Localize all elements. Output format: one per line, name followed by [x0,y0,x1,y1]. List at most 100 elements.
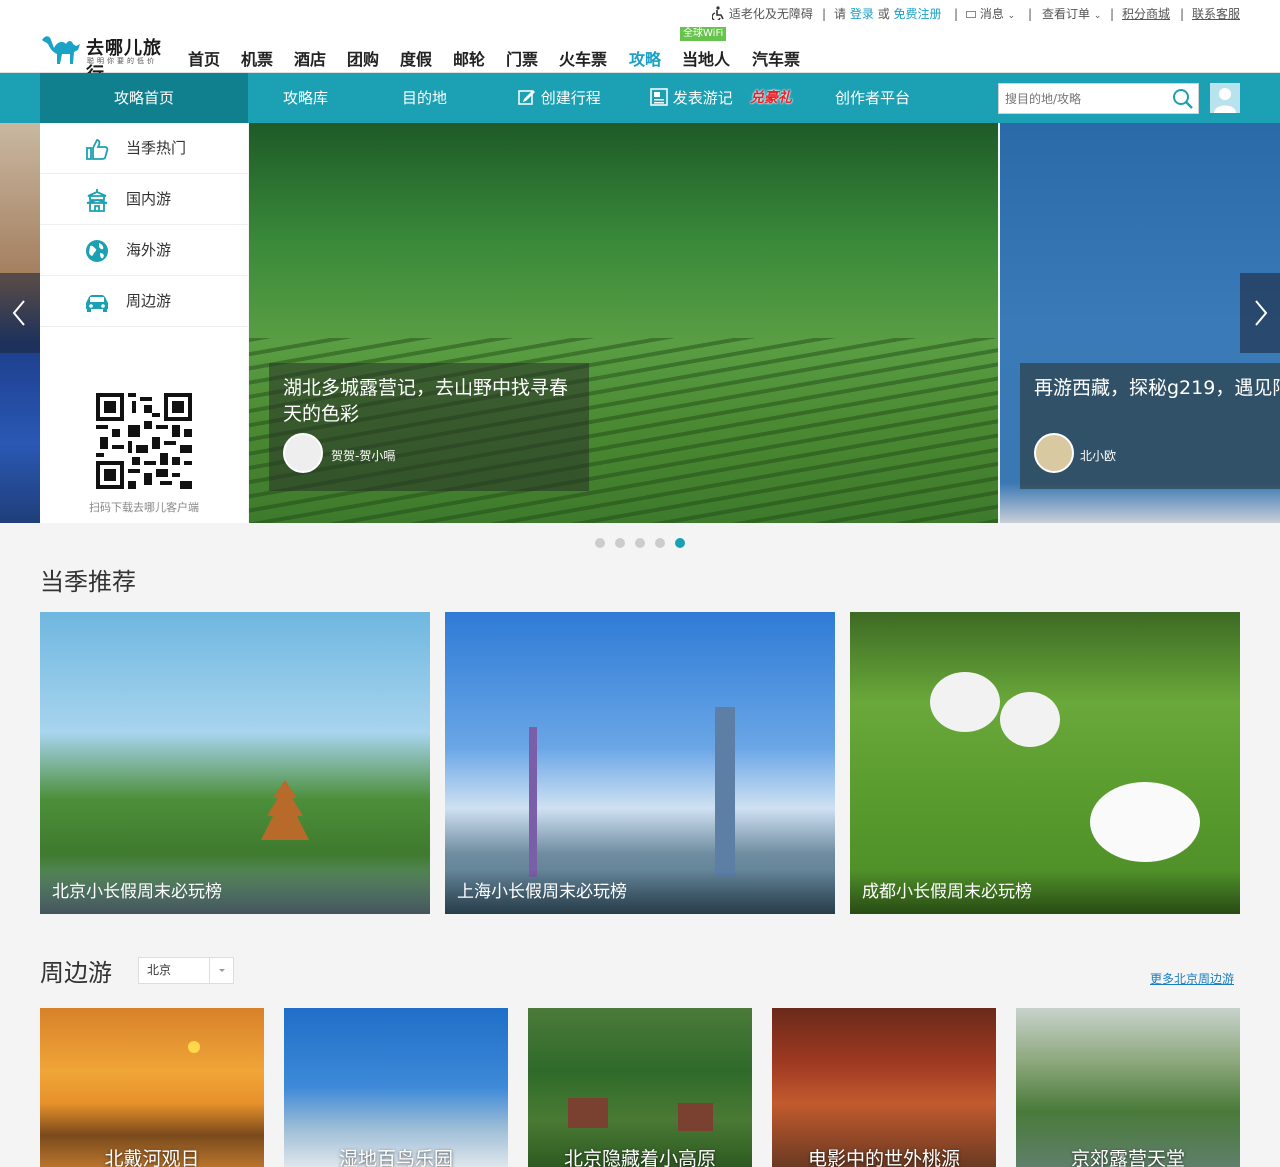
please-text: 请 [834,7,847,21]
city-select-value: 北京 [147,963,172,977]
side-item-overseas[interactable]: 海外游 [40,225,248,276]
next-slide-image[interactable]: 再游西藏，探秘g219，遇见阿里 北小欧 [1000,123,1280,523]
seasonal-card-label: 上海小长假周末必玩榜 [445,870,835,914]
gift-badge: 兑豪礼 [750,90,792,106]
side-item-nearby[interactable]: 周边游 [40,276,248,327]
create-trip-label: 创建行程 [540,89,601,107]
next-slide-author: 北小欧 [1080,449,1117,463]
more-nearby-link[interactable]: 更多北京周边游 [1150,970,1234,987]
chevron-down-icon [209,958,233,983]
nearby-card[interactable]: 京郊露营天堂 [1016,1008,1240,1167]
next-slide-title: 再游西藏，探秘g219，遇见阿里 [1034,377,1280,399]
publish-notes-label: 发表游记 [672,89,733,107]
nav-cruise[interactable]: 邮轮 [453,46,485,70]
side-item-domestic[interactable]: 国内游 [40,174,248,225]
camel-logo-icon [42,36,80,64]
main-slide-caption[interactable]: 湖北多城露营记，去山野中找寻春天的色彩 贺贺-贺小嗝 [269,363,589,491]
nav-group-buy[interactable]: 团购 [347,46,379,70]
author-avatar [283,433,323,473]
search-box [998,83,1199,114]
side-item-seasonal-hot[interactable]: 当季热门 [40,123,248,174]
points-mall-link[interactable]: 积分商城 [1122,5,1170,23]
cabin-shape [568,1098,608,1128]
main-slide-author: 贺贺-贺小嗝 [331,449,396,463]
carousel-dot[interactable] [615,538,625,548]
side-item-label: 当季热门 [126,139,187,157]
subnav-guide-home[interactable]: 攻略首页 [40,73,248,123]
chevron-left-icon [12,300,25,326]
city-select[interactable]: 北京 [138,957,234,984]
nav-vacation[interactable]: 度假 [400,46,432,70]
carousel-next-button[interactable] [1240,273,1280,353]
orders-menu[interactable]: 查看订单 ⌄ [1042,5,1101,23]
nearby-card[interactable]: 北京隐藏着小高原 [528,1008,752,1167]
panda-shape [1000,692,1060,747]
qr-code-icon [96,393,192,489]
contact-link[interactable]: 联系客服 [1192,5,1240,23]
hero-carousel: 湖北多城露营记，去山野中找寻春天的色彩 贺贺-贺小嗝 再游西藏，探秘g219，遇… [0,123,1280,523]
subnav-destination[interactable]: 目的地 [402,73,447,123]
nav-train[interactable]: 火车票 [559,46,607,70]
user-avatar-icon[interactable] [1210,83,1240,113]
nearby-card-label: 湿地百鸟乐园 [338,1148,453,1167]
nav-hotels[interactable]: 酒店 [294,46,326,70]
seasonal-card-shanghai[interactable]: 上海小长假周末必玩榜 [445,612,835,914]
search-input[interactable] [999,84,1169,113]
pagoda-shape [261,780,309,840]
nearby-card-label: 北京隐藏着小高原 [563,1148,716,1167]
messages-label: 消息 [979,7,1004,21]
cabin-shape [678,1103,713,1131]
nearby-card[interactable]: 北戴河观日 [40,1008,264,1167]
util-divider: | [1110,7,1115,21]
chevron-right-icon [1255,300,1268,326]
carousel-dot[interactable] [655,538,665,548]
util-divider: | [822,7,827,21]
seasonal-card-chengdu[interactable]: 成都小长假周末必玩榜 [850,612,1240,914]
wifi-badge: 全球WiFi [680,27,727,41]
main-slide-title: 湖北多城露营记，去山野中找寻春天的色彩 [283,377,569,425]
accessibility-link[interactable]: 适老化及无障碍 [711,5,813,23]
subnav-guide-library[interactable]: 攻略库 [283,73,328,123]
subnav-publish-notes[interactable]: 发表游记 [650,73,733,123]
main-slide-image[interactable]: 湖北多城露营记，去山野中找寻春天的色彩 贺贺-贺小嗝 [249,123,998,523]
user-silhouette-icon [1214,88,1236,113]
next-slide-caption[interactable]: 再游西藏，探秘g219，遇见阿里 北小欧 [1020,363,1280,489]
seasonal-card-beijing[interactable]: 北京小长假周末必玩榜 [40,612,430,914]
side-item-label: 海外游 [126,241,172,259]
messages-menu[interactable]: 消息 ⌄ [966,5,1015,23]
panda-shape [1090,782,1200,862]
search-icon[interactable] [1172,88,1194,110]
nav-bus[interactable]: 汽车票 [752,46,800,70]
nearby-card-label: 电影中的世外桃源 [807,1148,960,1167]
qr-code-label: 扫码下载去哪儿客户端 [89,501,199,514]
edit-icon [518,90,535,105]
nav-home[interactable]: 首页 [188,46,220,70]
qunar-logo[interactable]: 去哪儿旅行 聪明你要的低价 [40,32,180,85]
notes-icon [650,88,668,106]
subnav-create-trip[interactable]: 创建行程 [518,73,601,123]
nav-flights[interactable]: 机票 [241,46,273,70]
util-divider: | [954,7,959,21]
nearby-card[interactable]: 电影中的世外桃源 [772,1008,996,1167]
seasonal-card-label: 成都小长假周末必玩榜 [850,870,1240,914]
carousel-prev-button[interactable] [0,273,40,353]
util-divider: | [1028,7,1033,21]
subnav-creator-platform[interactable]: 创作者平台 [835,73,910,123]
accessibility-icon [711,6,724,22]
nav-tickets[interactable]: 门票 [506,46,538,70]
guide-subnav: 攻略首页 攻略库 目的地 创建行程 发表游记 兑豪礼 创作者平台 [0,73,1280,123]
nearby-card[interactable]: 湿地百鸟乐园 [284,1008,508,1167]
nav-guides[interactable]: 攻略 [629,46,661,70]
pagoda-icon [86,189,108,212]
carousel-dot[interactable] [595,538,605,548]
guide-category-menu: 当季热门 国内游 海外游 周边游 扫码下载去哪儿客户端 [40,123,248,523]
carousel-dot[interactable] [635,538,645,548]
carousel-dot-active[interactable] [675,538,685,548]
tower-shape [529,727,537,877]
register-link[interactable]: 免费注册 [894,7,942,21]
chevron-down-icon: ⌄ [1007,11,1016,21]
side-item-label: 国内游 [126,190,172,208]
accessibility-label: 适老化及无障碍 [728,7,813,21]
login-link[interactable]: 登录 [850,7,874,21]
nav-locals[interactable]: 当地人 [682,46,730,70]
